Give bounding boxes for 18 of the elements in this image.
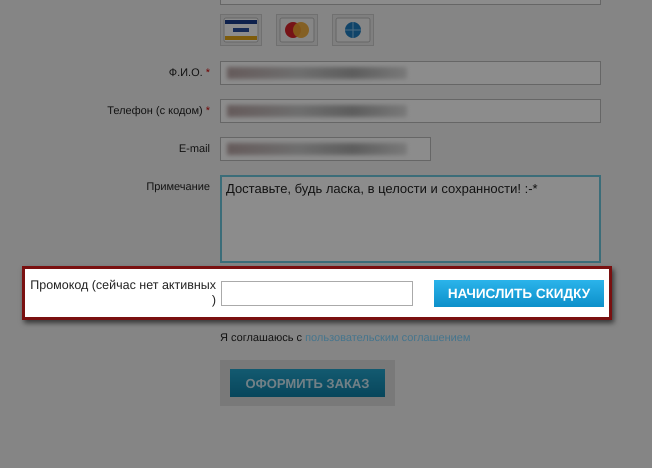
field-label: Телефон (с кодом) xyxy=(107,105,203,117)
input-field[interactable] xyxy=(220,99,601,123)
field-label: E-mail xyxy=(178,143,210,155)
card-icon[interactable] xyxy=(220,14,262,46)
apply-discount-button[interactable]: НАЧИСЛИТЬ СКИДКУ xyxy=(434,280,604,306)
field-label: Примечание xyxy=(146,181,210,193)
note-field[interactable]: Доставьте, будь ласка, в целости и сохранности! :-* xyxy=(220,175,601,263)
place-order-button[interactable]: ОФОРМИТЬ ЗАКАЗ xyxy=(230,369,385,397)
promo-label: Промокод (сейчас нет активных ) xyxy=(30,278,216,307)
promo-code-field[interactable] xyxy=(221,280,413,306)
globe-card-icon[interactable] xyxy=(332,14,374,46)
agreement-text: Я соглашаюсь с пользовательским соглашением xyxy=(220,332,470,344)
field-label: Ф.И.О. xyxy=(168,67,203,79)
circles-card-icon[interactable] xyxy=(276,14,318,46)
input-field[interactable] xyxy=(220,61,601,85)
input-field[interactable] xyxy=(220,137,431,161)
required-mark: * xyxy=(206,67,210,79)
required-mark: * xyxy=(206,105,210,117)
